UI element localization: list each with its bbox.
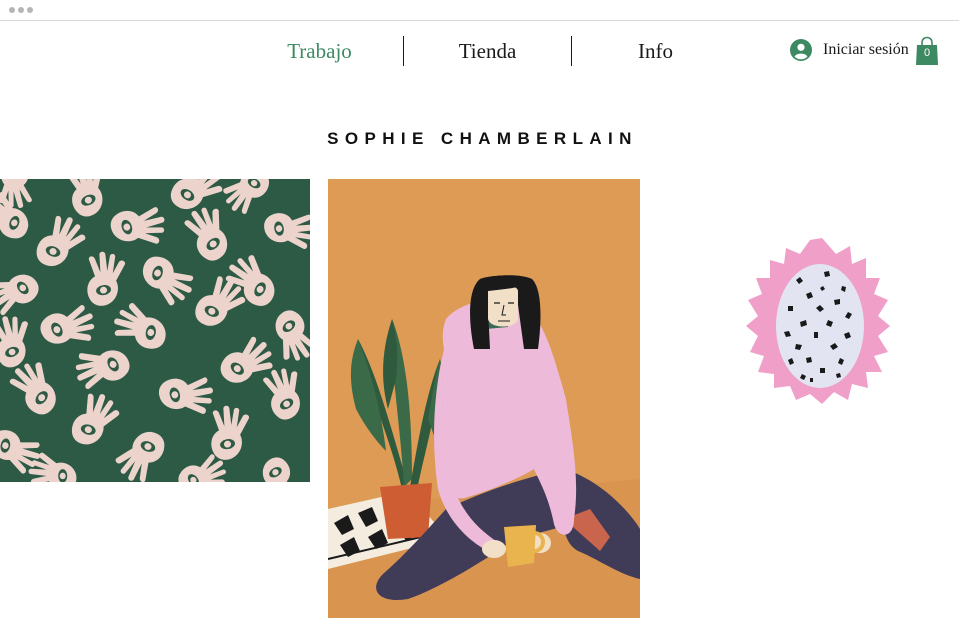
nav-item-trabajo[interactable]: Trabajo — [236, 39, 403, 64]
main-nav: Trabajo Tienda Info — [236, 36, 739, 66]
window-dot-icon — [9, 7, 15, 13]
user-avatar-icon — [790, 39, 812, 61]
window-dot-icon — [18, 7, 24, 13]
woman-with-plant-artwork[interactable] — [328, 179, 640, 618]
hands-pattern-artwork[interactable] — [0, 179, 310, 482]
cart-count-badge: 0 — [923, 47, 931, 59]
site-title: SOPHIE CHAMBERLAIN — [327, 129, 638, 148]
login-button[interactable]: Iniciar sesión — [790, 39, 909, 61]
login-label: Iniciar sesión — [823, 41, 909, 58]
dragon-fruit-artwork[interactable] — [744, 236, 894, 408]
nav-item-tienda[interactable]: Tienda — [404, 39, 571, 64]
browser-toolbar — [0, 0, 959, 21]
window-dot-icon — [27, 7, 33, 13]
cart-button[interactable]: 0 — [915, 36, 939, 66]
nav-item-info[interactable]: Info — [572, 39, 739, 64]
